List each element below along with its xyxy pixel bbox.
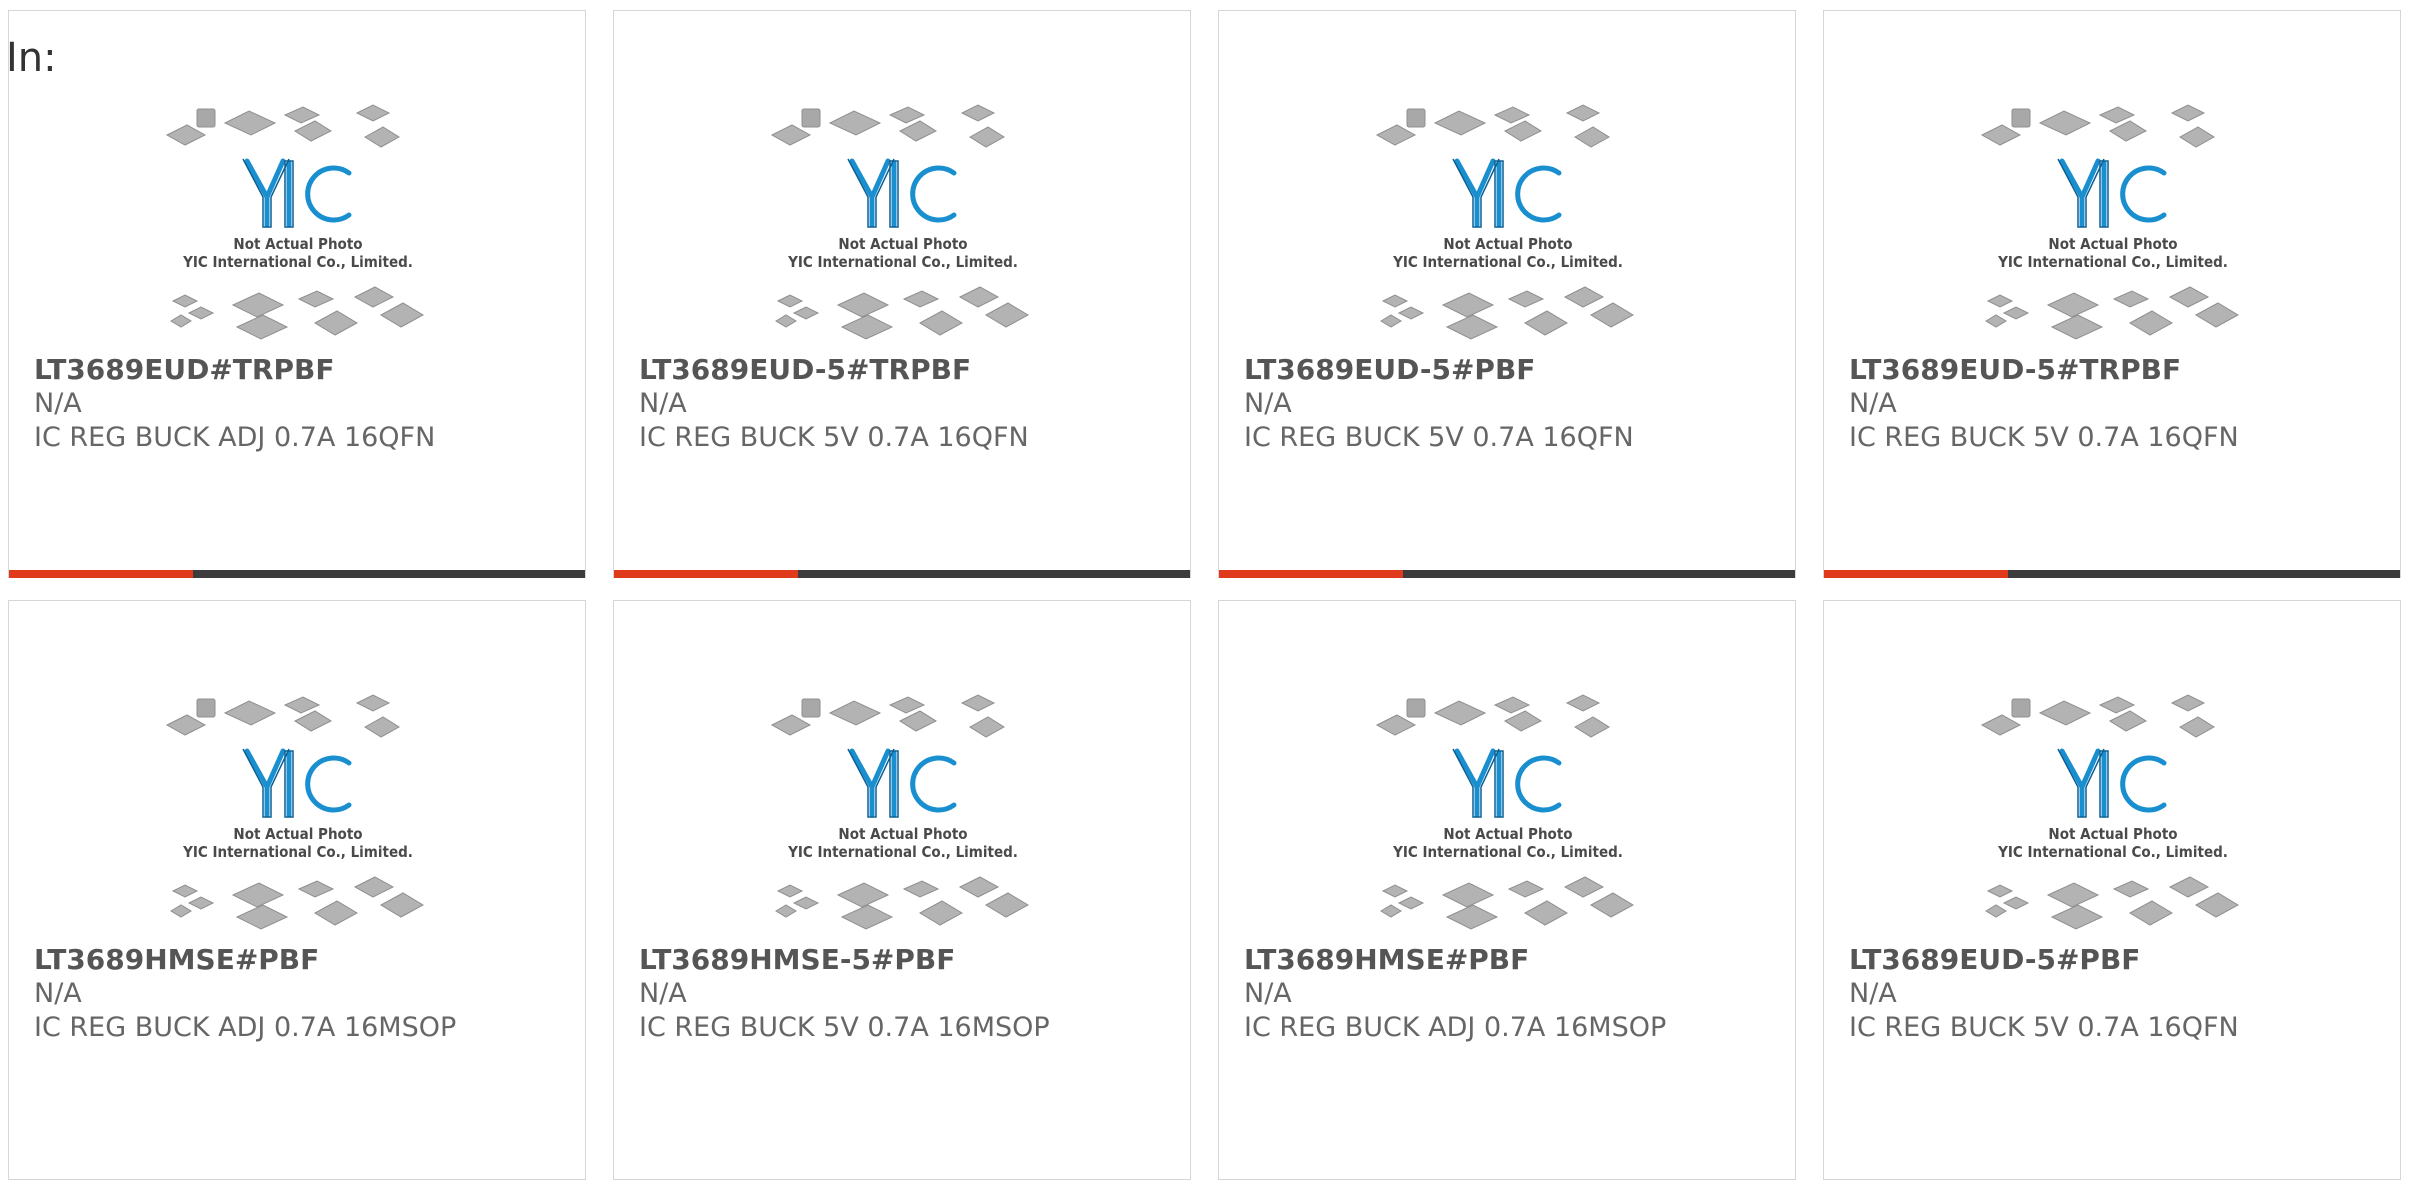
product-card[interactable]: Not Actual Photo YIC International Co., … <box>8 600 586 1180</box>
progress-bar <box>9 570 585 578</box>
product-grid: Not Actual Photo YIC International Co., … <box>8 10 2404 1180</box>
part-number[interactable]: LT3689HMSE#PBF <box>34 943 565 977</box>
manufacturer: N/A <box>34 978 82 1009</box>
photo-caption-line2: YIC International Co., Limited. <box>1392 253 1623 271</box>
description: IC REG BUCK ADJ 0.7A 16MSOP <box>1244 1012 1667 1043</box>
photo-caption-line1: Not Actual Photo <box>233 825 362 843</box>
chip-cluster-top-icon <box>770 694 1005 738</box>
photo-caption-line2: YIC International Co., Limited. <box>787 253 1018 271</box>
product-card[interactable]: Not Actual Photo YIC International Co., … <box>1823 10 2401 578</box>
not-actual-photo-image: Not Actual Photo YIC International Co., … <box>1369 691 1647 941</box>
description: IC REG BUCK ADJ 0.7A 16MSOP <box>34 1012 457 1043</box>
page-label: In: <box>6 35 57 81</box>
photo-caption-line1: Not Actual Photo <box>2048 235 2177 253</box>
chip-cluster-top-icon <box>1980 104 2215 148</box>
photo-caption-line2: YIC International Co., Limited. <box>1997 843 2228 861</box>
product-card[interactable]: Not Actual Photo YIC International Co., … <box>1218 600 1796 1180</box>
manufacturer: N/A <box>34 388 82 419</box>
product-card[interactable]: Not Actual Photo YIC International Co., … <box>1823 600 2401 1180</box>
progress-bar-fill <box>614 570 799 578</box>
photo-caption-line2: YIC International Co., Limited. <box>182 843 413 861</box>
photo-caption-line1: Not Actual Photo <box>2048 825 2177 843</box>
manufacturer: N/A <box>639 978 687 1009</box>
chip-cluster-bottom-icon <box>775 286 1030 340</box>
photo-caption-line2: YIC International Co., Limited. <box>182 253 413 271</box>
description: IC REG BUCK 5V 0.7A 16MSOP <box>639 1012 1050 1043</box>
manufacturer: N/A <box>639 388 687 419</box>
photo-caption-line2: YIC International Co., Limited. <box>1997 253 2228 271</box>
photo-caption-line2: YIC International Co., Limited. <box>1392 843 1623 861</box>
not-actual-photo-image: Not Actual Photo YIC International Co., … <box>159 691 437 941</box>
chip-cluster-top-icon <box>1980 694 2215 738</box>
progress-bar <box>1824 570 2400 578</box>
not-actual-photo-image: Not Actual Photo YIC International Co., … <box>1974 101 2252 351</box>
part-number[interactable]: LT3689EUD-5#TRPBF <box>1849 353 2380 387</box>
progress-bar-fill <box>1824 570 2009 578</box>
chip-cluster-bottom-icon <box>1985 286 2240 340</box>
chip-cluster-top-icon <box>770 104 1005 148</box>
description: IC REG BUCK 5V 0.7A 16QFN <box>639 422 1029 453</box>
manufacturer: N/A <box>1244 388 1292 419</box>
photo-caption-line2: YIC International Co., Limited. <box>787 843 1018 861</box>
not-actual-photo-image: Not Actual Photo YIC International Co., … <box>764 691 1042 941</box>
manufacturer: N/A <box>1244 978 1292 1009</box>
description: IC REG BUCK 5V 0.7A 16QFN <box>1849 1012 2239 1043</box>
placeholder-photo-svg: Not Actual Photo YIC International Co., … <box>165 694 425 930</box>
progress-bar-fill <box>1219 570 1404 578</box>
progress-bar <box>614 570 1190 578</box>
chip-cluster-top-icon <box>1375 694 1610 738</box>
placeholder-photo-svg: Not Actual Photo YIC International Co., … <box>770 694 1030 930</box>
chip-cluster-bottom-icon <box>170 286 425 340</box>
description: IC REG BUCK 5V 0.7A 16QFN <box>1244 422 1634 453</box>
progress-bar <box>1219 570 1795 578</box>
part-number[interactable]: LT3689EUD-5#PBF <box>1849 943 2380 977</box>
part-number[interactable]: LT3689EUD-5#TRPBF <box>639 353 1170 387</box>
chip-cluster-top-icon <box>165 694 400 738</box>
chip-cluster-bottom-icon <box>1380 286 1635 340</box>
not-actual-photo-image: Not Actual Photo YIC International Co., … <box>1369 101 1647 351</box>
photo-caption-line1: Not Actual Photo <box>1443 825 1572 843</box>
chip-cluster-bottom-icon <box>1380 876 1635 930</box>
description: IC REG BUCK 5V 0.7A 16QFN <box>1849 422 2239 453</box>
placeholder-photo-svg: Not Actual Photo YIC International Co., … <box>1980 694 2240 930</box>
not-actual-photo-image: Not Actual Photo YIC International Co., … <box>764 101 1042 351</box>
chip-cluster-bottom-icon <box>775 876 1030 930</box>
placeholder-photo-svg: Not Actual Photo YIC International Co., … <box>1375 104 1635 340</box>
progress-bar-fill <box>9 570 194 578</box>
placeholder-photo-svg: Not Actual Photo YIC International Co., … <box>770 104 1030 340</box>
photo-caption-line1: Not Actual Photo <box>1443 235 1572 253</box>
manufacturer: N/A <box>1849 388 1897 419</box>
chip-cluster-top-icon <box>1375 104 1610 148</box>
part-number[interactable]: LT3689HMSE#PBF <box>1244 943 1775 977</box>
placeholder-photo-svg: Not Actual Photo YIC International Co., … <box>1375 694 1635 930</box>
placeholder-photo-svg: Not Actual Photo YIC International Co., … <box>165 104 425 340</box>
product-card[interactable]: Not Actual Photo YIC International Co., … <box>613 600 1191 1180</box>
part-number[interactable]: LT3689HMSE-5#PBF <box>639 943 1170 977</box>
product-card[interactable]: Not Actual Photo YIC International Co., … <box>613 10 1191 578</box>
chip-cluster-bottom-icon <box>170 876 425 930</box>
chip-cluster-bottom-icon <box>1985 876 2240 930</box>
photo-caption-line1: Not Actual Photo <box>838 235 967 253</box>
product-card[interactable]: Not Actual Photo YIC International Co., … <box>1218 10 1796 578</box>
description: IC REG BUCK ADJ 0.7A 16QFN <box>34 422 436 453</box>
not-actual-photo-image: Not Actual Photo YIC International Co., … <box>1974 691 2252 941</box>
part-number[interactable]: LT3689EUD-5#PBF <box>1244 353 1775 387</box>
product-card[interactable]: Not Actual Photo YIC International Co., … <box>8 10 586 578</box>
manufacturer: N/A <box>1849 978 1897 1009</box>
photo-caption-line1: Not Actual Photo <box>233 235 362 253</box>
placeholder-photo-svg: Not Actual Photo YIC International Co., … <box>1980 104 2240 340</box>
photo-caption-line1: Not Actual Photo <box>838 825 967 843</box>
not-actual-photo-image: Not Actual Photo YIC International Co., … <box>159 101 437 351</box>
part-number[interactable]: LT3689EUD#TRPBF <box>34 353 565 387</box>
chip-cluster-top-icon <box>165 104 400 148</box>
